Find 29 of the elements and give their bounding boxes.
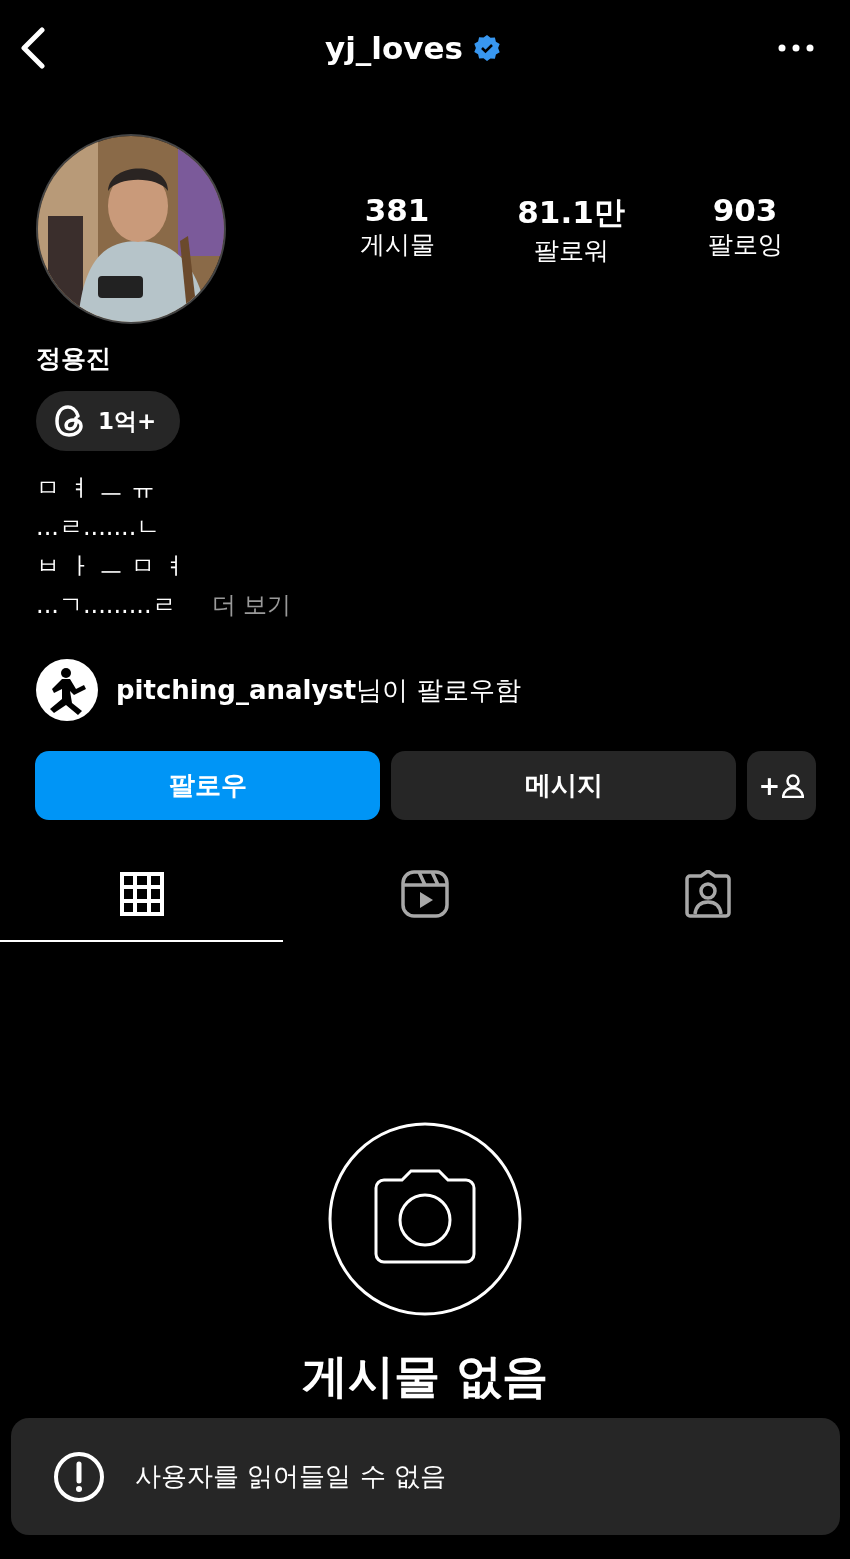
followed-by-text: pitching_analyst님이 팔로우함 [116, 673, 521, 707]
more-link[interactable]: 더 보기 [211, 586, 292, 625]
threads-badge[interactable]: 1억+ [36, 391, 181, 451]
bio-line: ...ㄱ.........ㄹ [36, 590, 176, 621]
bio-line: ...ㄹ.......ㄴ [36, 512, 161, 543]
camera-icon [328, 1122, 522, 1316]
stat-count: 381 [364, 191, 430, 228]
person-tag-icon [684, 870, 733, 918]
bio-line: ㅂ ㅏ ㅡ ㅁ ㅕ [36, 551, 187, 582]
message-button[interactable]: 메시지 [391, 751, 736, 820]
stat-label: 팔로워 [533, 234, 609, 267]
stat-label: 게시물 [359, 228, 435, 261]
stat-count: 81.1만 [517, 192, 625, 232]
bio-line: ㅁ ㅕ ㅡ ㅠ [36, 473, 155, 504]
stat-count: 903 [712, 191, 778, 228]
play-icon [401, 870, 449, 918]
avatar-icon [36, 659, 98, 721]
stat-label: 팔로잉 [707, 228, 783, 261]
at-sign-icon [54, 404, 86, 438]
empty-title: 게시물 없음 [302, 1348, 548, 1405]
username: yj_loves [325, 30, 463, 66]
person-icon [782, 773, 805, 798]
back-icon[interactable] [18, 27, 48, 69]
alert-icon [53, 1450, 105, 1503]
grid-icon [119, 872, 164, 916]
add-person-button[interactable]: + [747, 751, 816, 820]
display-name: 정용진 [35, 343, 112, 375]
more-icon[interactable] [778, 44, 814, 52]
toast-message: 사용자를 읽어들일 수 없음 [135, 1460, 446, 1493]
